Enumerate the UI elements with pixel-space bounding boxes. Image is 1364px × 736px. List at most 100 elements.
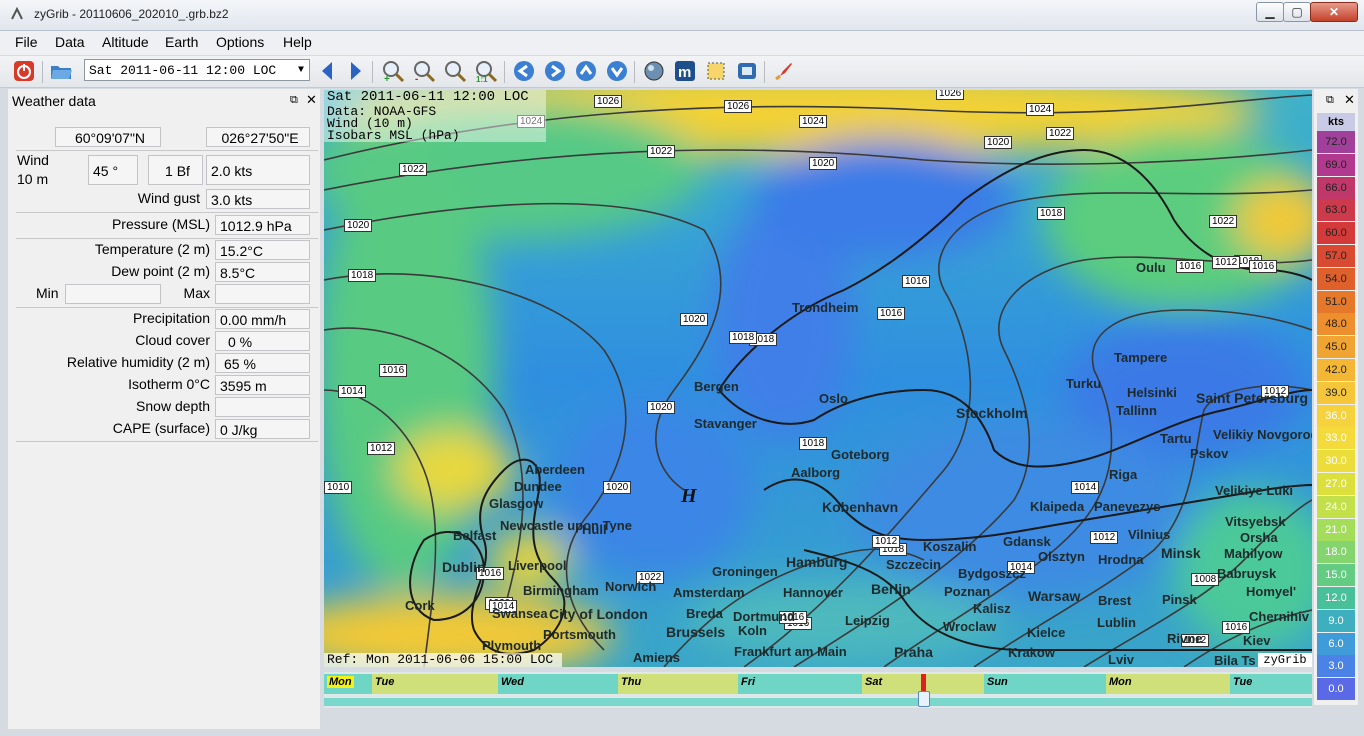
city-label: Minsk (1161, 545, 1201, 561)
isobar-label: 1020 (809, 157, 838, 170)
pan-left-icon[interactable] (512, 59, 536, 83)
city-label: Leipzig (845, 613, 890, 628)
weather-map[interactable]: 1026 1026 1026 1024 1024 1024 1022 1022 … (324, 90, 1312, 667)
latitude-value: 60°09'07"N (55, 127, 161, 147)
temperature-label: Temperature (2 m) (94, 241, 210, 257)
temperature-value: 15.2°C (215, 240, 310, 260)
meteogram-icon[interactable]: m (673, 59, 697, 83)
city-label: Cork (405, 598, 435, 613)
city-label: Klaipeda (1030, 499, 1085, 514)
menu-help[interactable]: Help (283, 34, 312, 50)
date-select-value: Sat 2011-06-11 12:00 LOC (89, 63, 277, 78)
timeline[interactable]: Mon Tue Wed Thu Fri Sat Sun Mon Tue (324, 672, 1312, 708)
max-value (215, 284, 310, 304)
menu-file[interactable]: File (15, 34, 38, 50)
legend-entry: 45.0 (1317, 336, 1355, 359)
isobar-label: 1016 (1249, 260, 1278, 273)
city-label: Goteborg (831, 447, 890, 462)
legend-entry: 69.0 (1317, 153, 1355, 176)
isobar-label: 1022 (647, 145, 676, 158)
close-panel-icon[interactable]: ✕ (306, 92, 317, 108)
snow-depth-value (215, 397, 310, 417)
timeline-slider-handle[interactable] (918, 691, 930, 707)
isobar-label: 1024 (799, 115, 828, 128)
isobar-label: 1022 (1046, 127, 1075, 140)
city-label: Liverpool (508, 558, 567, 573)
isobar-label: 1008 (1191, 573, 1220, 586)
rocket-icon[interactable] (772, 59, 796, 83)
isobar-label: 1014 (1071, 481, 1100, 494)
timeline-day: Tue (1230, 674, 1312, 694)
date-select[interactable]: Sat 2011-06-11 12:00 LOC ▼ (84, 59, 310, 81)
zoom-all-icon[interactable]: 1:1 (474, 59, 498, 83)
city-label: Bergen (694, 379, 739, 394)
isobar-label: 1020 (680, 313, 709, 326)
isobar-label: 1012 (367, 442, 396, 455)
legend-entry: 57.0 (1317, 245, 1355, 267)
zoom-in-icon[interactable]: + (381, 59, 405, 83)
legend-entry: 42.0 (1317, 359, 1355, 381)
svg-text:-: - (415, 74, 418, 83)
city-label: Amiens (633, 650, 680, 665)
isobar-label: 1016 (902, 275, 931, 288)
globe-icon[interactable] (642, 59, 666, 83)
pan-right-icon[interactable] (543, 59, 567, 83)
legend-entry: 54.0 (1317, 267, 1355, 290)
float-legend-icon[interactable]: ⧉ (1326, 94, 1334, 107)
city-label: Trondheim (792, 300, 859, 315)
next-arrow-icon[interactable] (344, 59, 368, 83)
pan-down-icon[interactable] (605, 59, 629, 83)
city-label: Portsmouth (543, 627, 616, 642)
city-label: Turku (1066, 376, 1102, 391)
timeline-day: Tue (372, 674, 498, 694)
menu-bar: File Data Altitude Earth Options Help (0, 31, 1364, 55)
city-label: Kalisz (973, 601, 1011, 616)
zoom-out-icon[interactable]: - (412, 59, 436, 83)
window-title: zyGrib - 20110606_202010_.grb.bz2 (34, 7, 229, 21)
legend-entry: 9.0 (1317, 609, 1355, 632)
open-folder-icon[interactable] (49, 59, 73, 83)
close-button[interactable]: ✕ (1310, 2, 1358, 22)
city-label: Warsaw (1028, 588, 1081, 604)
close-legend-icon[interactable]: ✕ (1344, 92, 1355, 108)
menu-data[interactable]: Data (55, 34, 85, 50)
wind-gust-value: 3.0 kts (206, 189, 310, 209)
city-label: Oulu (1136, 260, 1166, 275)
cape-label: CAPE (surface) (112, 420, 210, 436)
city-label: Oslo (819, 391, 848, 406)
city-label: Belfast (453, 528, 497, 543)
maximize-button[interactable]: ▢ (1283, 2, 1311, 22)
wind-gust-label: Wind gust (137, 190, 200, 206)
legend-unit: kts (1317, 113, 1355, 131)
city-label: Hull (582, 522, 607, 537)
legend-entry: 15.0 (1317, 564, 1355, 587)
pan-up-icon[interactable] (574, 59, 598, 83)
relative-humidity-value: 65 % (215, 353, 310, 373)
select-area-icon[interactable] (704, 59, 728, 83)
legend-entry: 24.0 (1317, 495, 1355, 518)
float-panel-icon[interactable]: ⧉ (290, 94, 298, 107)
screenshot-icon[interactable] (735, 59, 759, 83)
legend-entry: 3.0 (1317, 655, 1355, 678)
svg-text:m: m (678, 64, 691, 81)
menu-earth[interactable]: Earth (165, 34, 198, 50)
legend-entry: 36.0 (1317, 404, 1355, 427)
minimize-button[interactable]: ▁ (1256, 2, 1284, 22)
city-label: Rivne (1167, 631, 1203, 646)
pressure-value: 1012.9 hPa (215, 215, 310, 235)
power-icon[interactable] (12, 59, 36, 83)
precipitation-label: Precipitation (132, 310, 210, 326)
toolbar-separator (42, 61, 43, 83)
menu-options[interactable]: Options (216, 34, 264, 50)
city-label: Wroclaw (943, 619, 997, 634)
prev-arrow-icon[interactable] (315, 59, 339, 83)
city-label: Newcastle upon Tyne (500, 518, 632, 533)
legend-entry: 33.0 (1317, 427, 1355, 450)
city-label: Stavanger (694, 416, 757, 431)
timeline-slider-track[interactable] (324, 698, 1312, 706)
menu-altitude[interactable]: Altitude (102, 34, 149, 50)
city-label: Kiev (1243, 633, 1271, 648)
city-label: Gdansk (1003, 534, 1051, 549)
city-label: Orsha (1240, 530, 1278, 545)
zoom-select-icon[interactable] (443, 59, 467, 83)
